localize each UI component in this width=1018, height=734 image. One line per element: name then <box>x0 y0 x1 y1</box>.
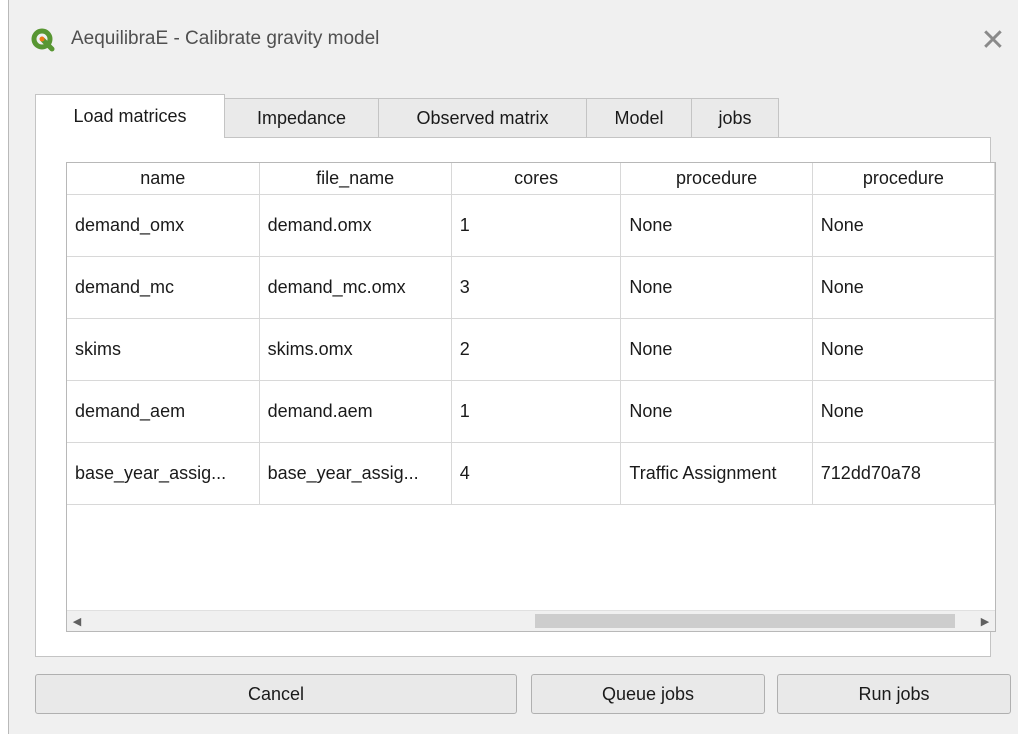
table-row[interactable]: skims skims.omx 2 None None <box>67 318 995 381</box>
cell-cores[interactable]: 4 <box>451 442 622 505</box>
dialog-window: AequilibraE - Calibrate gravity model ✕ … <box>8 0 1018 734</box>
horizontal-scrollbar[interactable]: ◀ ▶ <box>67 610 995 631</box>
qgis-logo-icon <box>31 28 55 52</box>
window-title: AequilibraE - Calibrate gravity model <box>71 28 380 49</box>
matrices-table[interactable]: name file_name cores procedure procedure… <box>66 162 996 632</box>
column-header-procedure-id[interactable]: procedure <box>812 163 995 195</box>
queue-jobs-button[interactable]: Queue jobs <box>531 674 765 714</box>
cell-procedure-id[interactable]: None <box>812 380 995 443</box>
cell-cores[interactable]: 2 <box>451 318 622 381</box>
tab-panel-load-matrices: name file_name cores procedure procedure… <box>35 137 996 657</box>
table-row[interactable]: demand_mc demand_mc.omx 3 None None <box>67 256 995 319</box>
cell-procedure[interactable]: None <box>620 380 813 443</box>
cell-procedure-id[interactable]: None <box>812 194 995 257</box>
cell-name[interactable]: base_year_assig... <box>67 442 260 505</box>
cell-cores[interactable]: 1 <box>451 194 622 257</box>
tab-jobs[interactable]: jobs <box>691 98 779 138</box>
scrollbar-thumb[interactable] <box>535 614 955 628</box>
cell-procedure-id[interactable]: None <box>812 318 995 381</box>
cell-procedure-id[interactable]: None <box>812 256 995 319</box>
table-row[interactable]: demand_omx demand.omx 1 None None <box>67 194 995 257</box>
tab-bar: Load matrices Impedance Observed matrix … <box>35 94 779 138</box>
matrices-grid: name file_name cores procedure procedure… <box>67 163 995 505</box>
tab-load-matrices[interactable]: Load matrices <box>35 94 225 138</box>
table-row[interactable]: base_year_assig... base_year_assig... 4 … <box>67 442 995 505</box>
close-icon[interactable]: ✕ <box>975 22 1011 58</box>
tab-observed-matrix[interactable]: Observed matrix <box>378 98 587 138</box>
cell-file-name[interactable]: demand.omx <box>259 194 452 257</box>
run-jobs-button[interactable]: Run jobs <box>777 674 1011 714</box>
cell-procedure-id[interactable]: 712dd70a78 <box>812 442 995 505</box>
title-bar: AequilibraE - Calibrate gravity model ✕ <box>9 6 1018 74</box>
table-viewport: name file_name cores procedure procedure… <box>67 163 995 611</box>
column-header-procedure[interactable]: procedure <box>620 163 813 195</box>
cell-cores[interactable]: 1 <box>451 380 622 443</box>
cell-name[interactable]: demand_aem <box>67 380 260 443</box>
tab-impedance[interactable]: Impedance <box>224 98 379 138</box>
cell-cores[interactable]: 3 <box>451 256 622 319</box>
cell-procedure[interactable]: None <box>620 194 813 257</box>
cell-name[interactable]: demand_omx <box>67 194 260 257</box>
column-header-file-name[interactable]: file_name <box>259 163 452 195</box>
column-header-cores[interactable]: cores <box>451 163 622 195</box>
cancel-button[interactable]: Cancel <box>35 674 517 714</box>
cell-procedure[interactable]: None <box>620 318 813 381</box>
cell-file-name[interactable]: base_year_assig... <box>259 442 452 505</box>
cell-file-name[interactable]: demand_mc.omx <box>259 256 452 319</box>
scroll-right-arrow-icon[interactable]: ▶ <box>975 611 995 631</box>
column-header-name[interactable]: name <box>67 163 260 195</box>
scroll-left-arrow-icon[interactable]: ◀ <box>67 611 87 631</box>
cell-procedure[interactable]: Traffic Assignment <box>620 442 813 505</box>
tab-model[interactable]: Model <box>586 98 692 138</box>
cell-name[interactable]: skims <box>67 318 260 381</box>
cell-file-name[interactable]: skims.omx <box>259 318 452 381</box>
table-header-row: name file_name cores procedure procedure <box>67 163 995 195</box>
cell-procedure[interactable]: None <box>620 256 813 319</box>
table-row[interactable]: demand_aem demand.aem 1 None None <box>67 380 995 443</box>
cell-file-name[interactable]: demand.aem <box>259 380 452 443</box>
cell-name[interactable]: demand_mc <box>67 256 260 319</box>
